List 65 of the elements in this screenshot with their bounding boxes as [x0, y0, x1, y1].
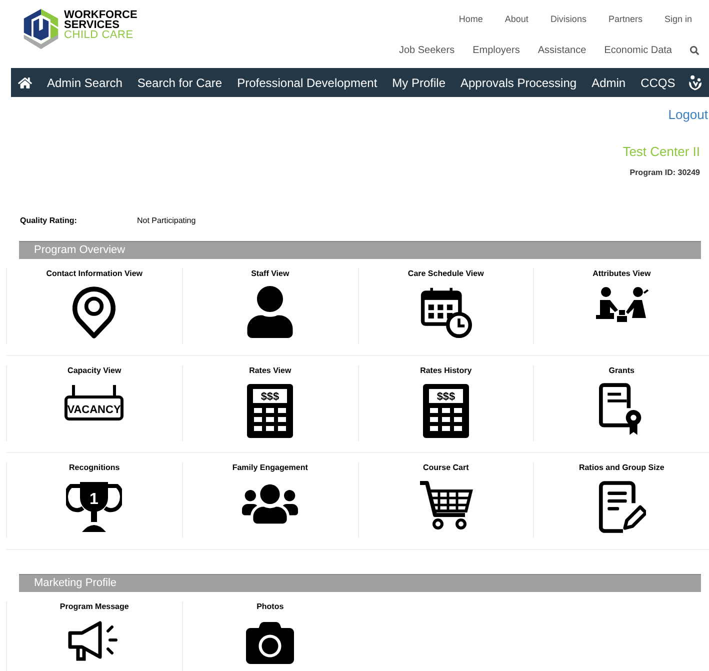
main-link[interactable]: Employers: [472, 42, 520, 58]
nav-link[interactable]: My Profile: [392, 74, 446, 92]
tile-label: Care Schedule View: [408, 268, 484, 280]
tile-link[interactable]: Rates View $$$: [182, 365, 358, 441]
tile-link[interactable]: Staff View: [182, 268, 358, 344]
family-logo-icon: [687, 74, 703, 92]
tile-link[interactable]: Capacity View VACANCY: [6, 365, 182, 441]
tile-label: Grants: [608, 365, 635, 377]
tile-link[interactable]: Attributes View: [533, 268, 709, 344]
calculator-icon: $$$: [246, 383, 294, 439]
program-name: Test Center II: [622, 142, 700, 160]
shopping-cart-icon: [418, 480, 474, 532]
tile-label: Rates History: [420, 365, 472, 377]
search-icon[interactable]: [690, 46, 699, 54]
calculator-icon: $$$: [422, 383, 470, 439]
home-icon[interactable]: [18, 76, 32, 90]
top-link[interactable]: Sign in: [664, 13, 692, 26]
tile-label: Capacity View: [68, 365, 122, 377]
logout-link[interactable]: Logout: [668, 105, 708, 124]
logo-text: SERVICES: [64, 20, 120, 30]
logo-icon: [22, 8, 60, 50]
tile-link[interactable]: Contact Information View: [6, 268, 182, 344]
tile-label: Family Engagement: [232, 462, 308, 474]
person-icon: [247, 286, 294, 338]
tile-label: Staff View: [251, 268, 290, 280]
tile-label: Attributes View: [592, 268, 651, 280]
tile-label: Rates View: [249, 365, 292, 377]
logo-text: WORKFORCE: [64, 10, 138, 20]
top-link[interactable]: About: [504, 13, 528, 26]
tile-label: Ratios and Group Size: [578, 462, 664, 474]
tile-link[interactable]: Care Schedule View: [358, 268, 534, 344]
nav-link[interactable]: Approvals Processing: [460, 74, 577, 92]
top-link[interactable]: Divisions: [550, 13, 586, 26]
tile-link[interactable]: Program Message: [6, 601, 182, 671]
tile-label: Photos: [256, 601, 284, 613]
tile-link[interactable]: Grants: [533, 365, 709, 441]
nav-link[interactable]: CCQS: [640, 74, 676, 92]
section-header: Program Overview: [19, 241, 701, 259]
nav-link[interactable]: Search for Care: [137, 74, 222, 92]
quality-rating-label: Quality Rating:: [20, 215, 78, 227]
main-link[interactable]: Assistance: [538, 42, 586, 58]
logo-text: CHILD CARE: [64, 30, 134, 40]
tile-link[interactable]: Family Engagement: [182, 462, 358, 538]
tile-label: Contact Information View: [46, 268, 143, 280]
tile-label: Course Cart: [422, 462, 469, 474]
map-pin-icon: [71, 286, 118, 340]
nav-link[interactable]: Admin: [592, 74, 626, 92]
program-id: Program ID: 30249: [630, 167, 700, 179]
tile-label: Recognitions: [69, 462, 120, 474]
nav-link[interactable]: Professional Development: [237, 74, 378, 92]
tile-label: Program Message: [60, 601, 129, 613]
tile-link[interactable]: Ratios and Group Size: [533, 462, 709, 538]
document-pencil-icon: [598, 480, 646, 534]
top-link[interactable]: Home: [458, 13, 483, 26]
tile-link[interactable]: Rates History $$$: [358, 365, 534, 441]
quality-rating-value: Not Participating: [137, 215, 196, 227]
calendar-clock-icon: [420, 286, 472, 338]
nav-link[interactable]: Admin Search: [47, 74, 122, 92]
top-link[interactable]: Partners: [608, 13, 642, 26]
section-header: Marketing Profile: [19, 574, 701, 592]
tile-link[interactable]: Course Cart: [358, 462, 534, 538]
tile-link[interactable]: Recognitions 1: [6, 462, 182, 538]
main-link[interactable]: Job Seekers: [398, 42, 455, 58]
main-link[interactable]: Economic Data: [604, 42, 672, 58]
tile-link[interactable]: Photos: [182, 601, 358, 671]
